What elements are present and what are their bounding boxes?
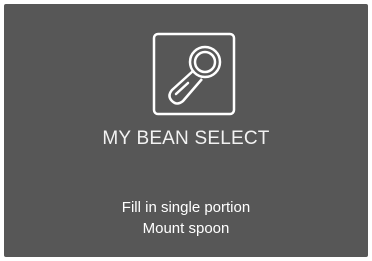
spoon-icon [152,32,236,116]
instruction-line-1: Fill in single portion [121,199,251,216]
instruction-line-2: Mount spoon [142,220,230,237]
instruction-text: Fill in single portion Mount spoon [4,197,368,239]
display-screen: MY BEAN SELECT Fill in single portion Mo… [4,4,368,257]
screen-title: MY BEAN SELECT [102,128,270,149]
